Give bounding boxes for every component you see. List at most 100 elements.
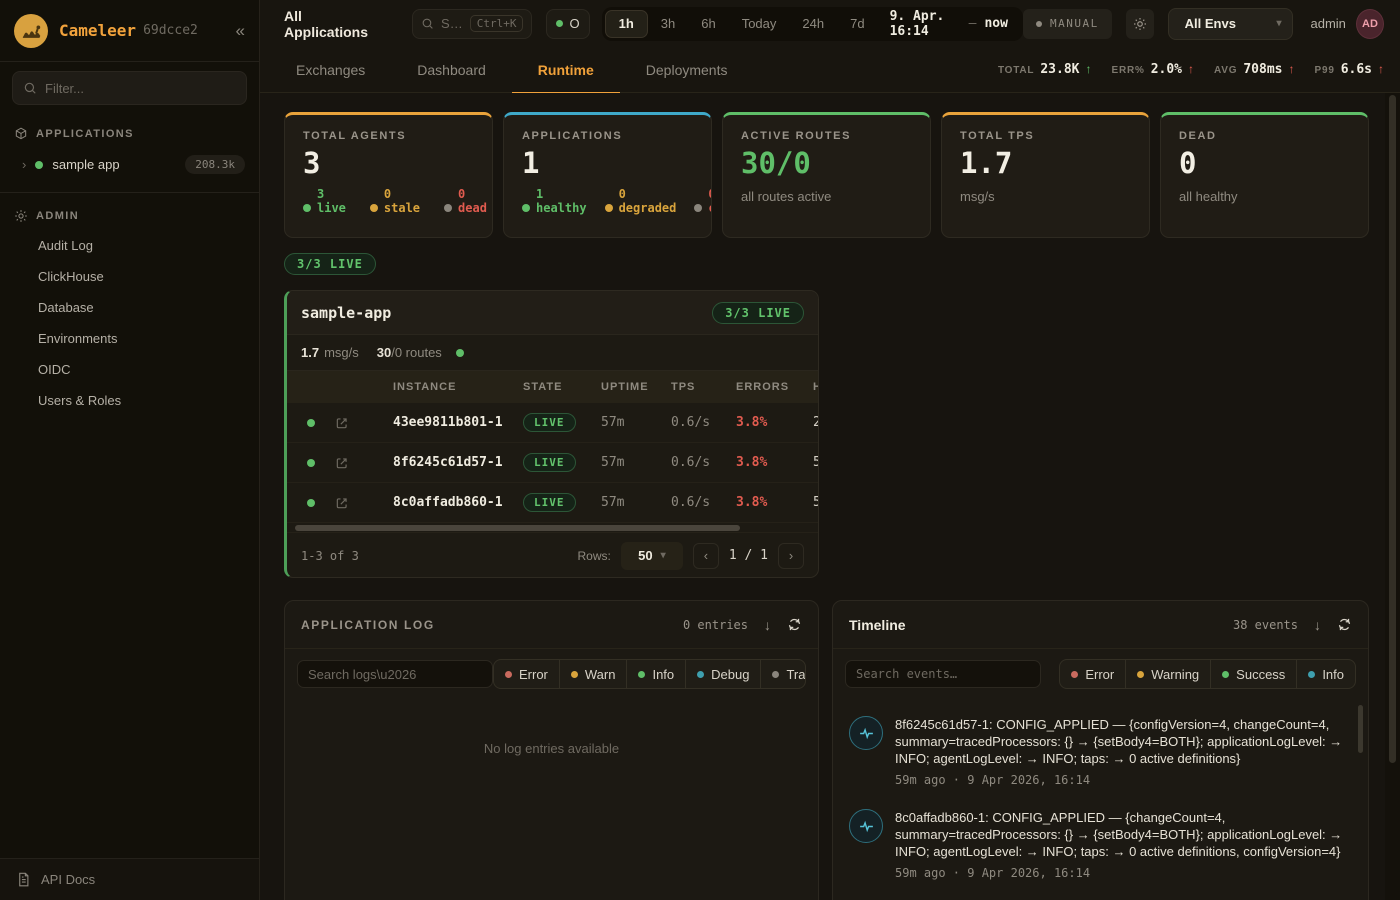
timeline-events-count: 38 events — [1233, 618, 1298, 632]
table-row[interactable]: 8f6245c61d57-1 LIVE 57m 0.6/s 3.8% 5 — [287, 443, 818, 483]
sidebar-item-users-roles[interactable]: Users & Roles — [0, 385, 259, 416]
filter-chip-trace[interactable]: Trace — [760, 660, 806, 688]
timeline-scrollbar-thumb[interactable] — [1358, 705, 1363, 753]
filter-chip-error[interactable]: Error — [1060, 660, 1125, 688]
timeline-search-input[interactable] — [845, 660, 1041, 688]
metric-p99: P99 6.6s ↑ — [1314, 62, 1384, 77]
environment-select[interactable]: All Envs ▾ — [1168, 8, 1293, 40]
date-to: now — [984, 16, 1007, 31]
sidebar-item-clickhouse[interactable]: ClickHouse — [0, 261, 259, 292]
timeline-event[interactable]: 43ee9811b801-1: CONFIG_APPLIED — {change… — [849, 891, 1362, 900]
topbar: All Applications S… Ctrl+K O 1h 3h 6h To… — [260, 0, 1400, 47]
date-range-display[interactable]: 9. Apr. 16:14 – now — [878, 9, 1020, 39]
app-title: Cameleer — [59, 21, 136, 40]
log-empty-state: No log entries available — [285, 741, 818, 756]
metric-total: TOTAL 23.8K ↑ — [998, 62, 1092, 77]
log-panel-header: APPLICATION LOG 0 entries ↓ — [285, 601, 818, 649]
global-search-button[interactable]: S… Ctrl+K — [412, 9, 532, 39]
status-dot — [303, 204, 311, 212]
next-page-button[interactable]: › — [778, 543, 804, 569]
page-title: All Applications — [284, 8, 382, 40]
gear-icon — [14, 209, 28, 223]
sidebar-filter[interactable] — [12, 71, 247, 105]
external-link-icon[interactable] — [335, 496, 369, 510]
sidebar-collapse-icon[interactable]: « — [236, 21, 245, 41]
state-badge: LIVE — [523, 493, 576, 512]
level-dot — [772, 671, 779, 678]
level-dot — [505, 671, 512, 678]
stat-card-active-routes: ACTIVE ROUTES 30/0 all routes active — [722, 112, 931, 238]
application-summary-row: 1.7 msg/s 30 /0 routes — [287, 335, 818, 371]
timeline-event[interactable]: 8c0affadb860-1: CONFIG_APPLIED — {change… — [849, 798, 1362, 891]
avatar[interactable]: AD — [1356, 9, 1384, 39]
application-card-header[interactable]: sample-app 3/3 LIVE — [287, 291, 818, 335]
table-row[interactable]: 43ee9811b801-1 LIVE 57m 0.6/s 3.8% 2 — [287, 403, 818, 443]
trend-up-icon: ↑ — [1288, 62, 1294, 76]
timeline-filter-row: Error Warning Success Info — [833, 649, 1368, 699]
tab-exchanges[interactable]: Exchanges — [270, 47, 391, 93]
range-1h[interactable]: 1h — [605, 10, 648, 38]
scrollbar-thumb[interactable] — [295, 525, 740, 531]
breakdown-stale: 0 stale — [370, 187, 420, 216]
stat-cards-row: TOTAL AGENTS 3 3 live 0 stale — [284, 112, 1369, 238]
overall-live-badge: 3/3 LIVE — [284, 253, 376, 275]
search-icon — [421, 17, 434, 30]
app-routes-value: 30 — [377, 345, 391, 360]
main-area: All Applications S… Ctrl+K O 1h 3h 6h To… — [260, 0, 1400, 900]
filter-chip-warning[interactable]: Warning — [1125, 660, 1210, 688]
range-7d[interactable]: 7d — [837, 10, 877, 38]
sidebar-filter-input[interactable] — [45, 81, 236, 96]
timeline-event[interactable]: 8f6245c61d57-1: CONFIG_APPLIED — {config… — [849, 705, 1362, 798]
trend-up-icon: ↑ — [1085, 62, 1091, 76]
rows-per-page-select[interactable]: 50 ▾ — [621, 542, 683, 570]
document-icon — [16, 872, 31, 887]
sidebar-item-database[interactable]: Database — [0, 292, 259, 323]
chevron-right-icon[interactable]: › — [22, 157, 26, 172]
filter-chip-debug[interactable]: Debug — [685, 660, 760, 688]
sidebar-item-api-docs[interactable]: API Docs — [0, 858, 259, 900]
filter-chip-warn[interactable]: Warn — [559, 660, 627, 688]
app-routes-unit: /0 routes — [391, 345, 442, 360]
breakdown-critical: 0 criti — [694, 187, 712, 216]
trend-up-icon: ↑ — [1188, 62, 1194, 76]
event-message: 8f6245c61d57-1: CONFIG_APPLIED — {config… — [895, 716, 1346, 767]
tab-dashboard[interactable]: Dashboard — [391, 47, 512, 93]
online-toggle[interactable]: O — [546, 9, 589, 39]
refresh-icon[interactable] — [1337, 617, 1352, 632]
tab-runtime[interactable]: Runtime — [512, 47, 620, 93]
tab-deployments[interactable]: Deployments — [620, 47, 754, 93]
download-icon[interactable]: ↓ — [1314, 617, 1321, 633]
range-3h[interactable]: 3h — [648, 10, 688, 38]
scrollbar-thumb[interactable] — [1389, 95, 1396, 763]
external-link-icon[interactable] — [335, 456, 369, 470]
sidebar-item-environments[interactable]: Environments — [0, 323, 259, 354]
metric-avg: AVG 708ms ↑ — [1214, 62, 1294, 77]
state-badge: LIVE — [523, 413, 576, 432]
filter-chip-info[interactable]: Info — [1296, 660, 1355, 688]
download-icon[interactable]: ↓ — [764, 617, 771, 633]
sidebar-item-sample-app[interactable]: › sample app 208.3k — [0, 148, 259, 183]
external-link-icon[interactable] — [335, 416, 369, 430]
app-version: 69dcce2 — [143, 23, 198, 38]
log-panel-title: APPLICATION LOG — [301, 618, 435, 632]
log-search-input[interactable] — [297, 660, 493, 688]
event-timestamp: 59m ago · 9 Apr 2026, 16:14 — [895, 773, 1346, 787]
table-row[interactable]: 8c0affadb860-1 LIVE 57m 0.6/s 3.8% 5 — [287, 483, 818, 523]
prev-page-button[interactable]: ‹ — [693, 543, 719, 569]
range-6h[interactable]: 6h — [688, 10, 728, 38]
range-today[interactable]: Today — [729, 10, 790, 38]
breakdown-live: 3 live — [303, 187, 346, 216]
status-dot — [694, 204, 702, 212]
app-rate-value: 1.7 — [301, 345, 319, 360]
sidebar-item-audit-log[interactable]: Audit Log — [0, 230, 259, 261]
sidebar-header: Cameleer 69dcce2 « — [0, 0, 259, 62]
sidebar-item-oidc[interactable]: OIDC — [0, 354, 259, 385]
refresh-icon[interactable] — [787, 617, 802, 632]
filter-chip-success[interactable]: Success — [1210, 660, 1296, 688]
filter-chip-info[interactable]: Info — [626, 660, 685, 688]
manual-refresh-toggle[interactable]: MANUAL — [1023, 9, 1112, 39]
page-indicator: 1 / 1 — [729, 548, 768, 563]
theme-toggle[interactable] — [1126, 9, 1154, 39]
range-24h[interactable]: 24h — [789, 10, 837, 38]
filter-chip-error[interactable]: Error — [494, 660, 559, 688]
